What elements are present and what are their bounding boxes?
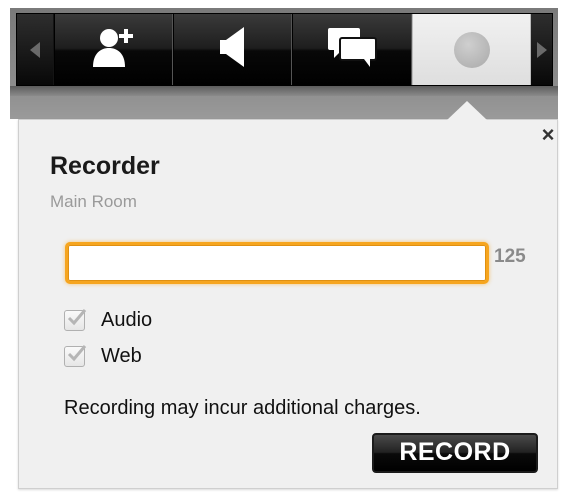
close-button[interactable]: ×: [538, 124, 558, 146]
audio-label: Audio: [101, 308, 153, 331]
chevron-left-icon: [30, 41, 40, 58]
web-checkbox[interactable]: [64, 344, 87, 367]
scroll-right-button[interactable]: [531, 14, 552, 85]
audio-checkbox-row[interactable]: Audio: [64, 306, 152, 334]
room-name: Main Room: [50, 192, 137, 211]
record-button[interactable]: RECORD: [372, 433, 538, 473]
recorder-button[interactable]: [412, 14, 531, 85]
toolbar-divider: [10, 86, 558, 96]
panel-pointer: [447, 101, 487, 120]
checkmark-icon: [67, 344, 87, 361]
recording-name-input[interactable]: [65, 242, 489, 284]
audio-button[interactable]: [173, 14, 292, 85]
chat-button[interactable]: [292, 14, 412, 85]
web-label: Web: [101, 344, 142, 367]
character-count: 125: [494, 246, 526, 267]
chat-icon: [326, 25, 378, 74]
web-checkbox-row[interactable]: Web: [64, 342, 142, 370]
panel-title: Recorder: [50, 152, 160, 180]
record-dot-icon: [453, 31, 490, 68]
scroll-left-button[interactable]: [17, 14, 53, 85]
checkmark-icon: [67, 308, 87, 325]
add-user-icon: [91, 25, 137, 74]
audio-checkbox[interactable]: [64, 308, 87, 331]
add-user-button[interactable]: [54, 14, 173, 85]
chevron-right-icon: [536, 41, 547, 58]
recorder-window: × Recorder Main Room 125 Audio Web Recor…: [0, 0, 566, 495]
speaker-icon: [216, 25, 250, 74]
charges-notice: Recording may incur additional charges.: [64, 397, 421, 419]
toolbar: [16, 13, 553, 86]
